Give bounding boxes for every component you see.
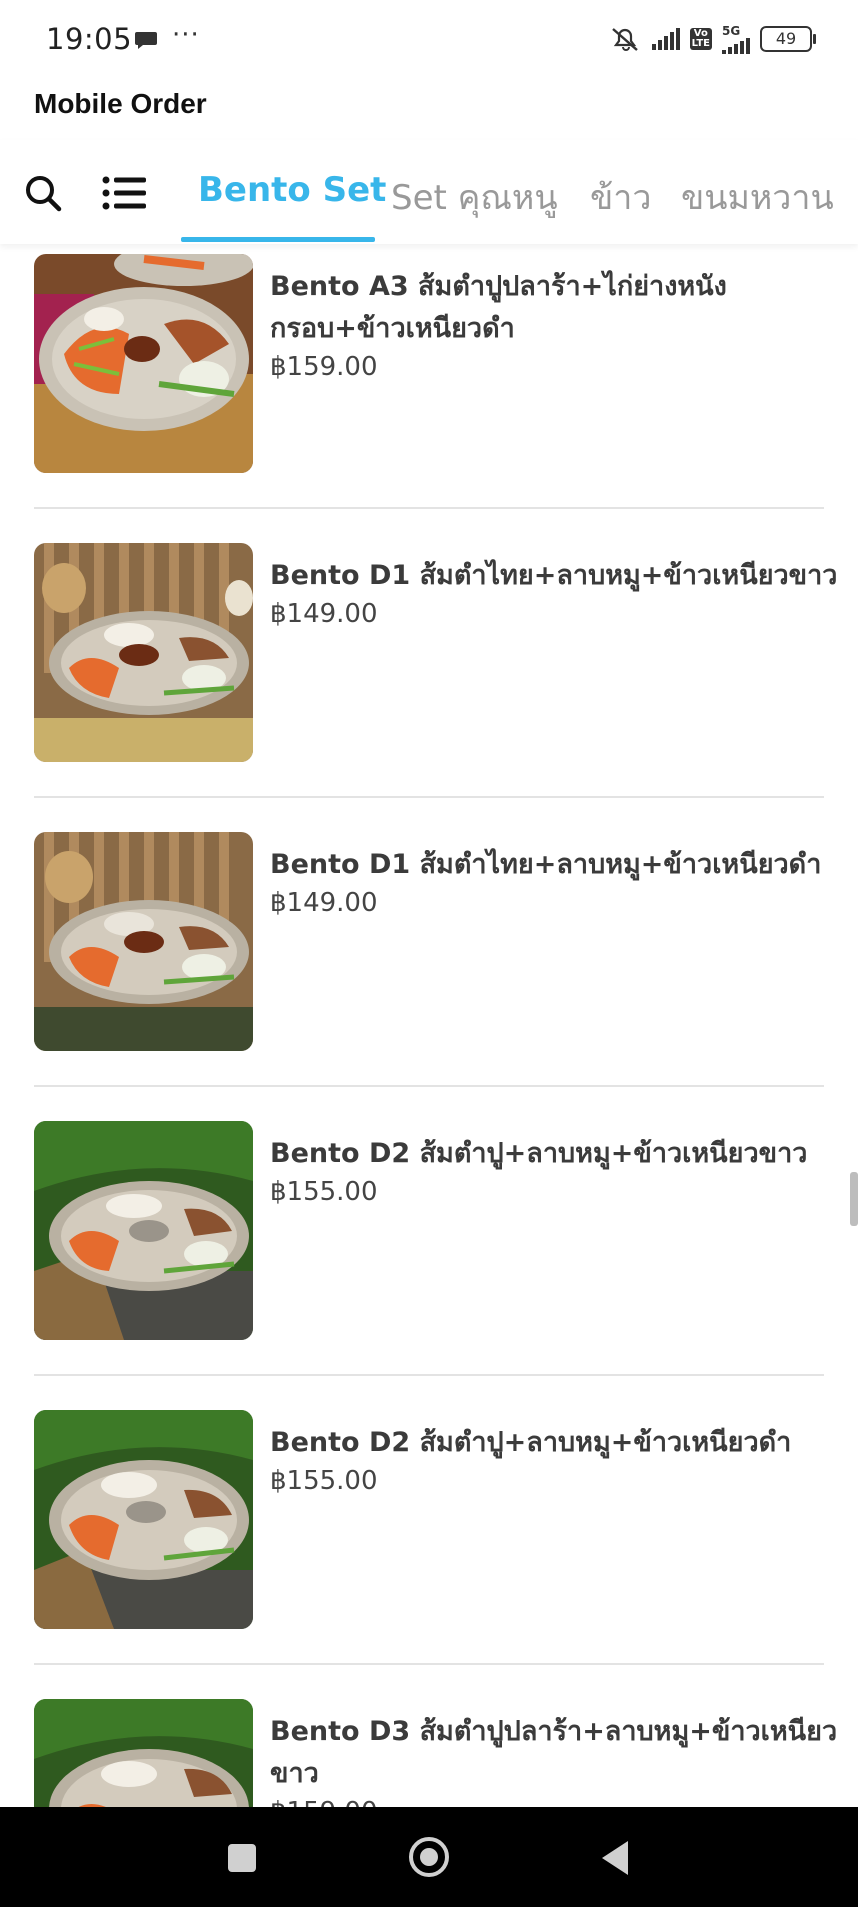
item-name: Bento D2 ส้มตำปู+ลาบหมู+ข้าวเหนียวขาว: [270, 1138, 808, 1169]
item-price: ฿155.00: [270, 1177, 378, 1207]
item-name: Bento D1 ส้มตำไทย+ลาบหมู+ข้าวเหนียวขาว: [270, 560, 838, 591]
item-price: ฿149.00: [270, 599, 378, 629]
home-icon[interactable]: [409, 1837, 449, 1877]
signal-icon: [651, 28, 680, 50]
status-time: 19:05: [46, 22, 133, 56]
item-name: Bento D3 ส้มตำปูปลาร้า+ลาบหมู+ข้าวเหนียว…: [270, 1716, 838, 1789]
more-icon: ···: [172, 20, 200, 50]
search-icon[interactable]: [24, 174, 62, 212]
item-name: Bento D1 ส้มตำไทย+ลาบหมู+ข้าวเหนียวดำ: [270, 849, 822, 880]
divider: [34, 1085, 824, 1087]
food-photo: [34, 1699, 253, 1807]
tab-bento-set[interactable]: Bento Set: [198, 170, 386, 210]
menu-item[interactable]: Bento D3 ส้มตำปูปลาร้า+ลาบหมู+ข้าวเหนียว…: [34, 1699, 837, 1807]
menu-item[interactable]: Bento D2 ส้มตำปู+ลาบหมู+ข้าวเหนียวดำ ฿15…: [34, 1410, 824, 1629]
food-photo: [34, 832, 253, 1051]
item-name: Bento A3 ส้มตำปูปลาร้า+ไก่ย่างหนังกรอบ+ข…: [270, 271, 727, 344]
item-price: ฿159.00: [270, 1797, 378, 1807]
menu-item[interactable]: Bento A3 ส้มตำปูปลาร้า+ไก่ย่างหนังกรอบ+ข…: [34, 254, 824, 473]
category-tab-bar: Bento Set Set คุณหนู ข้าว ขนมหวาน: [0, 140, 858, 244]
item-price: ฿159.00: [270, 352, 378, 382]
tab-set-khun-nu[interactable]: Set คุณหนู: [391, 170, 558, 224]
status-bar: 19:05 ··· Vo LTE 5G 49: [0, 0, 858, 84]
battery-icon: 49: [760, 26, 816, 52]
scrollbar-thumb[interactable]: [850, 1172, 858, 1226]
item-price: ฿155.00: [270, 1466, 378, 1496]
item-price: ฿149.00: [270, 888, 378, 918]
food-photo: [34, 1410, 253, 1629]
system-nav-bar: [0, 1807, 858, 1907]
menu-item[interactable]: Bento D2 ส้มตำปู+ลาบหมู+ข้าวเหนียวขาว ฿1…: [34, 1121, 824, 1340]
divider: [34, 1374, 824, 1376]
mute-icon: [611, 28, 638, 51]
active-tab-indicator: [181, 237, 375, 242]
menu-item[interactable]: Bento D1 ส้มตำไทย+ลาบหมู+ข้าวเหนียวดำ ฿1…: [34, 832, 824, 1051]
menu-item[interactable]: Bento D1 ส้มตำไทย+ลาบหมู+ข้าวเหนียวขาว ฿…: [34, 543, 837, 762]
category-list-icon[interactable]: [102, 176, 146, 210]
divider: [34, 796, 824, 798]
divider: [34, 1663, 824, 1665]
signal-5g-icon: 5G: [722, 24, 750, 54]
menu-list[interactable]: Bento A3 ส้มตำปูปลาร้า+ไก่ย่างหนังกรอบ+ข…: [0, 244, 858, 1807]
tab-rice[interactable]: ข้าว: [590, 170, 651, 224]
app-title: Mobile Order: [34, 88, 207, 119]
food-photo: [34, 543, 253, 762]
tab-dessert[interactable]: ขนมหวาน: [681, 170, 834, 224]
divider: [34, 507, 824, 509]
volte-icon: Vo LTE: [689, 28, 712, 50]
battery-level: 49: [775, 29, 797, 48]
food-photo: [34, 1121, 253, 1340]
back-icon[interactable]: [602, 1841, 628, 1875]
recents-icon[interactable]: [228, 1844, 256, 1872]
food-photo: [34, 254, 253, 473]
item-name: Bento D2 ส้มตำปู+ลาบหมู+ข้าวเหนียวดำ: [270, 1427, 792, 1458]
message-icon: [135, 32, 157, 49]
status-icons: Vo LTE 5G 49: [608, 24, 816, 54]
